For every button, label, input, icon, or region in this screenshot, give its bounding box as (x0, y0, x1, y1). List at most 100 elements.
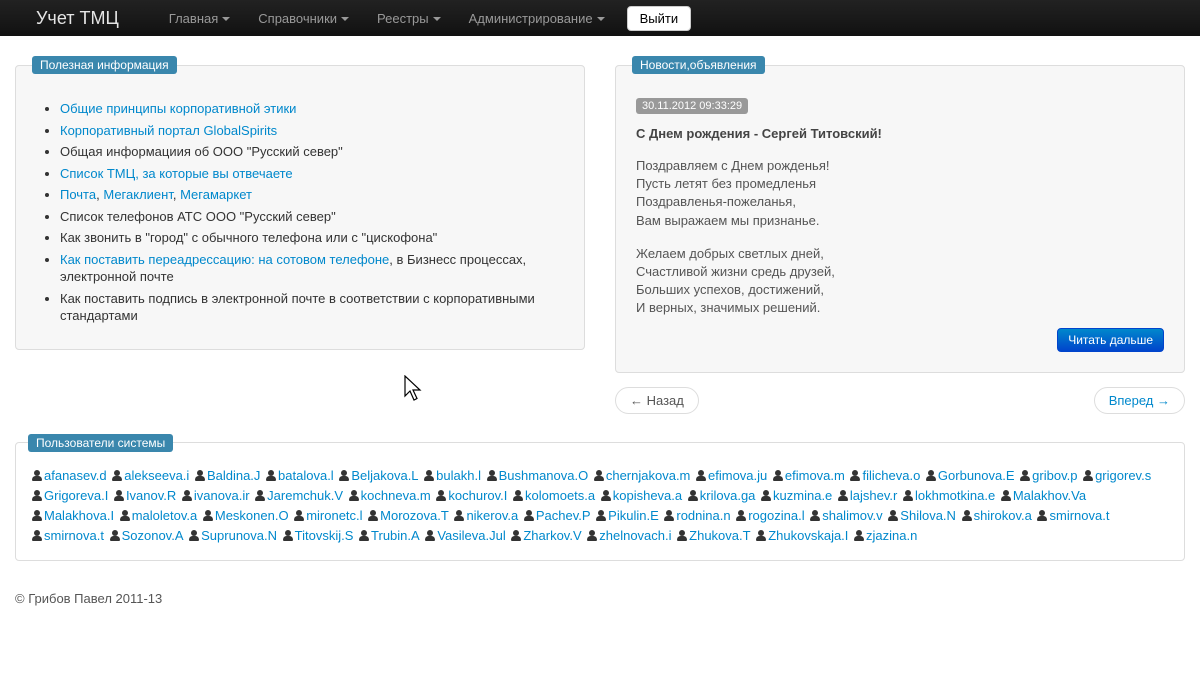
info-link[interactable]: Как поставить переадрессацию: на сотовом… (60, 252, 389, 267)
user-icon (195, 470, 205, 481)
user-link[interactable]: Shilova.N (900, 508, 956, 523)
user-link[interactable]: Malakhova.I (44, 508, 114, 523)
user-link[interactable]: alekseeva.i (124, 468, 189, 483)
user-link[interactable]: Ivanov.R (126, 488, 176, 503)
user-icon (203, 510, 213, 521)
user-icon (436, 490, 446, 501)
user-link[interactable]: afanasev.d (44, 468, 107, 483)
user-icon (454, 510, 464, 521)
user-item: Gorbunova.E (926, 468, 1015, 483)
user-link[interactable]: chernjakova.m (606, 468, 691, 483)
user-item: smirnova.t (32, 528, 104, 543)
user-link[interactable]: shirokov.a (974, 508, 1032, 523)
user-icon (32, 470, 42, 481)
user-link[interactable]: efimova.ju (708, 468, 767, 483)
user-item: smirnova.t (1037, 508, 1109, 523)
user-item: Titovskij.S (283, 528, 354, 543)
user-link[interactable]: smirnova.t (44, 528, 104, 543)
user-link[interactable]: zjazina.n (866, 528, 917, 543)
user-link[interactable]: Zharkov.V (523, 528, 581, 543)
user-link[interactable]: smirnova.t (1049, 508, 1109, 523)
user-icon (677, 530, 687, 541)
user-item: kolomoets.a (513, 488, 595, 503)
user-link[interactable]: Malakhov.Va (1013, 488, 1086, 503)
user-link[interactable]: Pikulin.E (608, 508, 659, 523)
user-link[interactable]: lajshev.r (850, 488, 897, 503)
user-icon (255, 490, 265, 501)
user-link[interactable]: bulakh.l (436, 468, 481, 483)
user-link[interactable]: Beljakova.L (351, 468, 418, 483)
user-item: batalova.l (266, 468, 334, 483)
info-link[interactable]: Почта (60, 187, 96, 202)
user-icon (601, 490, 611, 501)
user-link[interactable]: lokhmotkina.e (915, 488, 995, 503)
user-link[interactable]: Baldina.J (207, 468, 260, 483)
info-link[interactable]: Корпоративный портал GlobalSpirits (60, 123, 277, 138)
user-link[interactable]: Vasileva.Jul (437, 528, 505, 543)
user-icon (182, 490, 192, 501)
info-link[interactable]: Общие принципы корпоративной этики (60, 101, 296, 116)
info-link[interactable]: Мегаклиент (103, 187, 173, 202)
user-link[interactable]: Pachev.P (536, 508, 591, 523)
nav-admin[interactable]: Администрирование (455, 2, 619, 35)
user-link[interactable]: Zhukovskaja.I (768, 528, 848, 543)
user-link[interactable]: Morozova.T (380, 508, 449, 523)
read-more-button[interactable]: Читать дальше (1057, 328, 1164, 352)
user-link[interactable]: gribov.p (1032, 468, 1077, 483)
caret-icon (222, 17, 230, 21)
user-link[interactable]: Gorbunova.E (938, 468, 1015, 483)
logout-button[interactable]: Выйти (627, 6, 692, 31)
user-link[interactable]: Jaremchuk.V (267, 488, 343, 503)
user-icon (110, 530, 120, 541)
user-icon (696, 470, 706, 481)
user-link[interactable]: grigorev.s (1095, 468, 1151, 483)
user-link[interactable]: shalimov.v (822, 508, 882, 523)
user-link[interactable]: kochneva.m (361, 488, 431, 503)
user-item: Zhukova.T (677, 528, 750, 543)
user-item: Shilova.N (888, 508, 956, 523)
user-item: gribov.p (1020, 468, 1077, 483)
user-link[interactable]: kochurov.I (448, 488, 507, 503)
user-item: shalimov.v (810, 508, 882, 523)
user-link[interactable]: Titovskij.S (295, 528, 354, 543)
user-link[interactable]: maloletov.a (132, 508, 198, 523)
user-link[interactable]: krilova.ga (700, 488, 756, 503)
info-item: Список ТМЦ, за которые вы отвечаете (60, 165, 564, 183)
pager-next[interactable]: Вперед → (1094, 387, 1185, 414)
user-link[interactable]: mironetc.l (306, 508, 362, 523)
user-link[interactable]: kolomoets.a (525, 488, 595, 503)
user-link[interactable]: nikerov.a (466, 508, 518, 523)
user-link[interactable]: rogozina.l (748, 508, 804, 523)
user-link[interactable]: ivanova.ir (194, 488, 250, 503)
user-item: lajshev.r (838, 488, 897, 503)
user-item: krilova.ga (688, 488, 756, 503)
user-item: Beljakova.L (339, 468, 418, 483)
user-icon (32, 490, 42, 501)
user-link[interactable]: Grigoreva.I (44, 488, 108, 503)
user-link[interactable]: zhelnovach.i (599, 528, 671, 543)
nav-registers[interactable]: Реестры (363, 2, 455, 35)
user-icon (524, 510, 534, 521)
info-link[interactable]: Мегамаркет (180, 187, 252, 202)
user-link[interactable]: Suprunova.N (201, 528, 277, 543)
info-item: Корпоративный портал GlobalSpirits (60, 122, 564, 140)
user-link[interactable]: Bushmanova.O (499, 468, 589, 483)
pager-prev[interactable]: ← Назад (615, 387, 699, 414)
nav-home[interactable]: Главная (155, 2, 244, 35)
user-link[interactable]: rodnina.n (676, 508, 730, 523)
user-link[interactable]: batalova.l (278, 468, 334, 483)
user-link[interactable]: kuzmina.e (773, 488, 832, 503)
news-title: С Днем рождения - Сергей Титовский! (636, 126, 1164, 141)
user-icon (587, 530, 597, 541)
user-item: shirokov.a (962, 508, 1032, 523)
user-link[interactable]: Trubin.A (371, 528, 420, 543)
info-link[interactable]: Список ТМЦ, за которые вы отвечаете (60, 166, 293, 181)
user-link[interactable]: Meskonen.O (215, 508, 289, 523)
user-link[interactable]: kopisheva.a (613, 488, 682, 503)
user-link[interactable]: efimova.m (785, 468, 845, 483)
user-link[interactable]: Zhukova.T (689, 528, 750, 543)
user-link[interactable]: Sozonov.A (122, 528, 184, 543)
nav-references[interactable]: Справочники (244, 2, 363, 35)
user-link[interactable]: filicheva.o (862, 468, 920, 483)
brand[interactable]: Учет ТМЦ (20, 2, 135, 35)
